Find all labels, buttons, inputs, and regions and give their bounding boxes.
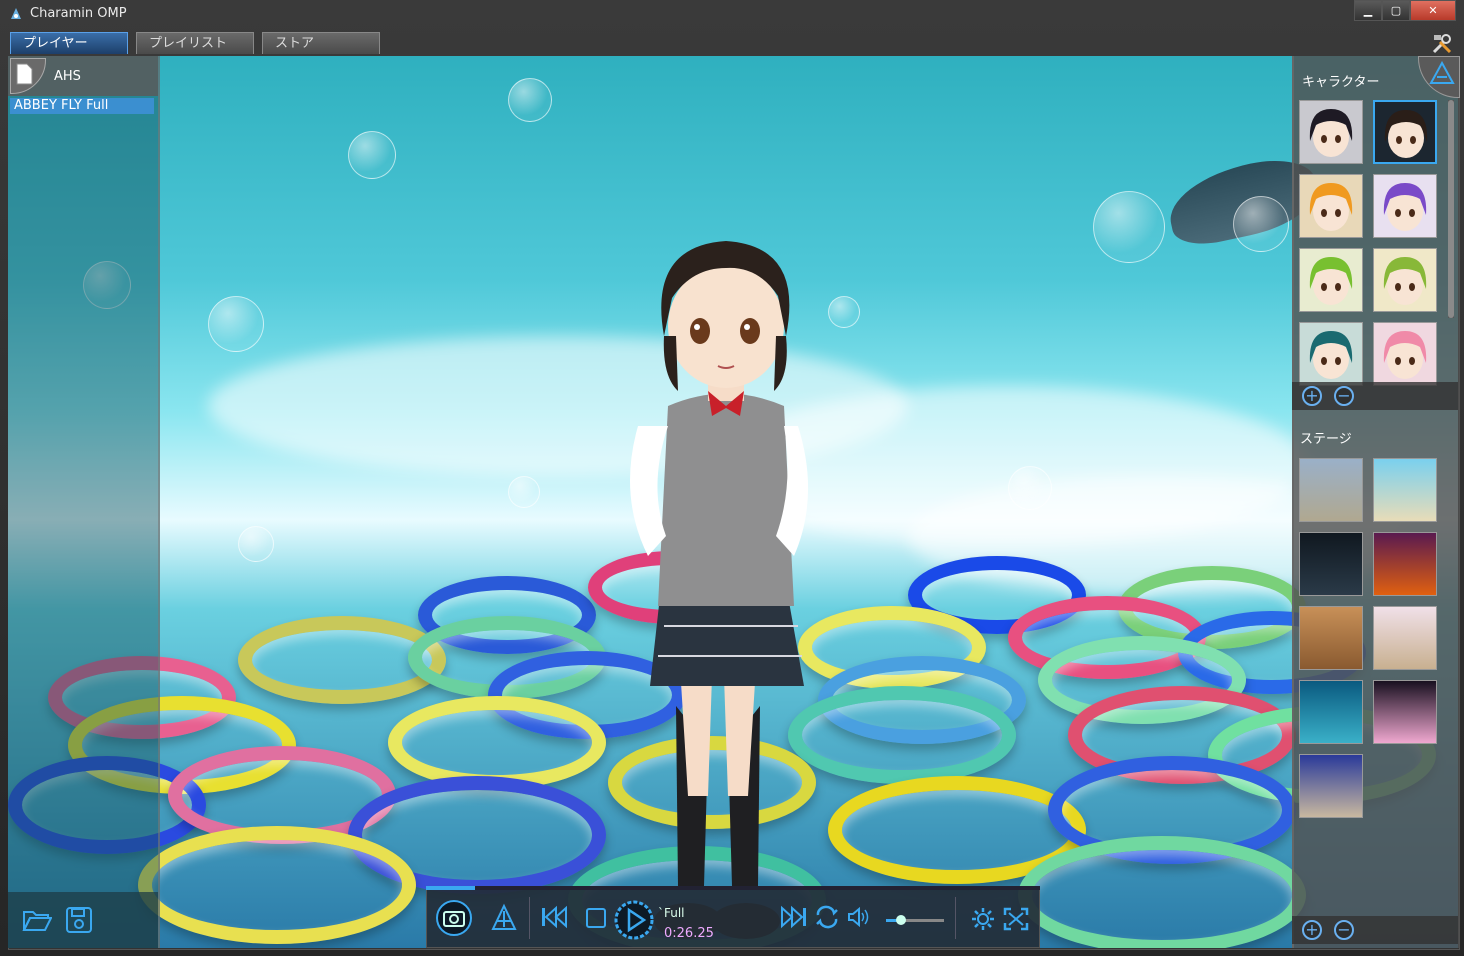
seek-bar[interactable] [426, 886, 1040, 890]
bubble [508, 78, 552, 122]
camera-icon[interactable] [435, 899, 473, 937]
bubble [238, 526, 274, 562]
3d-viewport[interactable] [8, 56, 1458, 948]
repeat-icon[interactable] [813, 905, 841, 929]
character-actions: + − [1292, 382, 1458, 410]
playlist-item[interactable]: ABBEY FLY Full [10, 98, 154, 114]
character-model[interactable] [608, 186, 828, 946]
stage-actions: + − [1292, 916, 1458, 944]
playlist-header: AHS [8, 56, 158, 96]
remove-stage-button[interactable]: − [1334, 920, 1354, 940]
bubble [348, 131, 396, 179]
character-thumb-orange-hair[interactable] [1299, 174, 1363, 238]
document-icon[interactable] [10, 58, 46, 94]
app-icon [11, 8, 21, 19]
minimize-button[interactable]: ▁ [1354, 0, 1382, 21]
player-controls [426, 886, 1040, 948]
stage-thumb-dark-hall[interactable] [1299, 532, 1363, 596]
add-stage-button[interactable]: + [1302, 920, 1322, 940]
remove-character-button[interactable]: − [1334, 386, 1354, 406]
stage-thumb-underwater-bubbles[interactable] [1299, 680, 1363, 744]
skip-forward-icon[interactable] [779, 905, 809, 929]
open-folder-icon[interactable] [22, 906, 52, 934]
gear-icon[interactable] [971, 907, 995, 931]
character-thumb-green-orange[interactable] [1373, 248, 1437, 312]
character-thumb-purple-hood[interactable] [1373, 174, 1437, 238]
stage-section-title: ステージ [1300, 432, 1352, 447]
stage-thumb-wooden-hallway[interactable] [1299, 606, 1363, 670]
stage-thumb-playground[interactable] [1373, 606, 1437, 670]
add-character-button[interactable]: + [1302, 386, 1322, 406]
tab-player[interactable]: プレイヤー [10, 32, 128, 54]
float-ring [1018, 836, 1306, 948]
play-icon[interactable] [613, 899, 655, 941]
divider [955, 897, 956, 939]
playback-time: 0:26.25 [664, 926, 714, 941]
character-thumb-pink-hair[interactable] [1373, 322, 1437, 386]
volume-knob[interactable] [896, 915, 906, 925]
tools-icon[interactable] [1430, 32, 1454, 56]
playlist-panel: AHS ABBEY FLY Full [8, 56, 160, 948]
bubble [208, 296, 264, 352]
bubble [508, 476, 540, 508]
stage-thumb-school-building[interactable] [1299, 458, 1363, 522]
divider [529, 897, 530, 939]
volume-icon[interactable] [847, 907, 871, 927]
character-scrollbar[interactable] [1448, 100, 1454, 318]
track-title: Full [664, 906, 685, 920]
bubble [1233, 196, 1289, 252]
character-thumb-short-brown[interactable] [1373, 100, 1437, 164]
scrollbar-thumb[interactable] [1448, 100, 1454, 318]
close-button[interactable]: ✕ [1410, 0, 1456, 21]
window-title: Charamin OMP [30, 6, 127, 21]
tab-store[interactable]: ストア [262, 32, 380, 54]
stage-thumb-night-shrine[interactable] [1299, 754, 1363, 818]
track-name: `Full [658, 906, 685, 920]
main-tabs: プレイヤー プレイリスト ストア [10, 32, 388, 56]
save-icon[interactable] [64, 906, 94, 934]
tab-playlist[interactable]: プレイリスト [136, 32, 254, 54]
fullscreen-icon[interactable] [1003, 907, 1029, 931]
float-ring [138, 826, 416, 944]
skip-back-icon[interactable] [539, 905, 569, 929]
volume-slider[interactable] [886, 919, 944, 922]
character-thumb-twin-tail-dark[interactable] [1299, 100, 1363, 164]
maximize-button[interactable]: ▢ [1382, 0, 1410, 21]
playlist-footer [8, 892, 158, 948]
playlist-title: AHS [54, 69, 81, 84]
bubble [828, 296, 860, 328]
app-window: Charamin OMP ▁ ▢ ✕ プレイヤー プレイリスト ストア AHS … [0, 0, 1464, 956]
stage-thumb-beach[interactable] [1373, 458, 1437, 522]
stage-thumb-halloween-night[interactable] [1373, 532, 1437, 596]
title-bar: Charamin OMP ▁ ▢ ✕ [0, 0, 1464, 30]
seek-bar-fill [426, 886, 476, 890]
motion-logo-icon[interactable] [489, 903, 519, 933]
bubble [1008, 466, 1052, 510]
character-thumb-teal-hair[interactable] [1299, 322, 1363, 386]
float-ring [388, 696, 606, 789]
stop-icon[interactable] [585, 907, 607, 929]
charamin-logo-icon[interactable] [1418, 56, 1460, 98]
bubble [1093, 191, 1165, 263]
character-thumb-green-goggles[interactable] [1299, 248, 1363, 312]
stage-thumb-pink-stage[interactable] [1373, 680, 1437, 744]
character-section-title: キャラクター [1302, 75, 1380, 90]
window-controls: ▁ ▢ ✕ [1354, 0, 1456, 21]
